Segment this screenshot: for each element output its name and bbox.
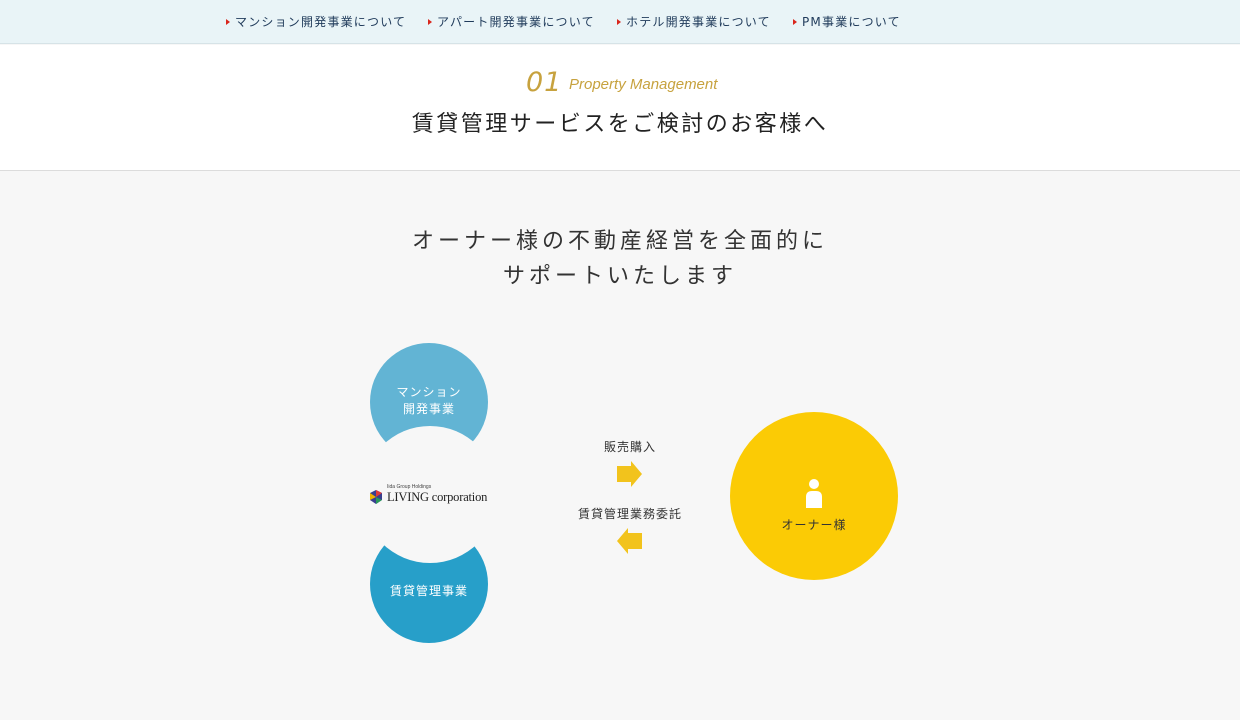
- owner-label: オーナー様: [781, 518, 847, 532]
- arrow-left-icon: [617, 528, 642, 554]
- bubble-mansion-label: マンション 開発事業: [370, 384, 488, 418]
- business-diagram: [370, 343, 898, 643]
- arrow-right-icon: [617, 461, 642, 487]
- bubble-mansion-line-2: 開発事業: [402, 402, 455, 416]
- logo-company-name: LIVING corporation: [387, 490, 488, 504]
- living-corporation-logo: Iida Group Holdings LIVING corporation: [370, 484, 500, 508]
- arrow-label-sales: 販売購入: [603, 440, 656, 454]
- bubble-mansion-line-1: マンション: [396, 385, 462, 399]
- bubble-rental-label: 賃貸管理事業: [389, 584, 468, 598]
- arrow-label-management-contract: 賃貸管理業務委託: [577, 507, 682, 521]
